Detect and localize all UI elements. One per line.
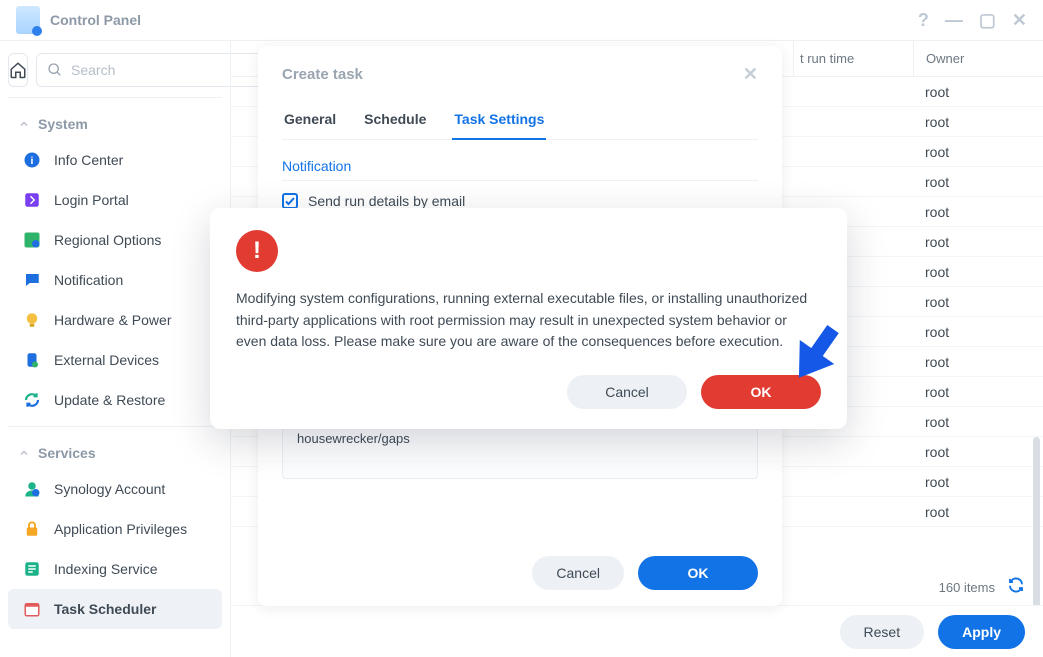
sidebar-item-label: Login Portal [54, 192, 129, 208]
sidebar-item-label: Hardware & Power [54, 312, 172, 328]
control-panel-window: Control Panel ? — ▢ ✕ Syste [0, 0, 1043, 657]
refresh-icon [22, 390, 42, 410]
group-system[interactable]: System [8, 108, 222, 140]
sidebar-item-notification[interactable]: Notification [8, 260, 222, 300]
sidebar-item-indexing[interactable]: Indexing Service [8, 549, 222, 589]
cell-owner: root [913, 84, 1043, 100]
cell-owner: root [913, 234, 1043, 250]
sidebar-item-label: Regional Options [54, 232, 161, 248]
tab-general[interactable]: General [282, 103, 338, 139]
cell-owner: root [913, 174, 1043, 190]
sidebar-item-label: Indexing Service [54, 561, 158, 577]
sidebar-item-label: Info Center [54, 152, 123, 168]
checkbox-icon [282, 193, 298, 209]
sidebar-item-external[interactable]: External Devices [8, 340, 222, 380]
minimize-icon[interactable]: — [945, 10, 963, 31]
titlebar: Control Panel ? — ▢ ✕ [0, 0, 1043, 40]
sidebar-item-label: External Devices [54, 352, 159, 368]
sidebar-item-label: Update & Restore [54, 392, 165, 408]
dialog-title: Create task [282, 66, 363, 83]
sidebar-item-label: Task Scheduler [54, 601, 156, 617]
divider [282, 180, 758, 181]
send-details-checkbox[interactable]: Send run details by email [282, 193, 758, 209]
sidebar-item-hardware[interactable]: Hardware & Power [8, 300, 222, 340]
sidebar: System i Info Center Login Portal Region… [0, 40, 230, 657]
main-footer: Reset Apply [231, 605, 1043, 657]
warning-text: Modifying system configurations, running… [236, 288, 821, 353]
home-button[interactable] [8, 53, 28, 87]
refresh-button[interactable] [1007, 576, 1025, 597]
sidebar-item-regional[interactable]: Regional Options [8, 220, 222, 260]
divider [8, 426, 222, 427]
info-icon: i [22, 150, 42, 170]
section-notification: Notification [282, 158, 758, 174]
cell-owner: root [913, 264, 1043, 280]
bulb-icon [22, 310, 42, 330]
sidebar-item-label: Synology Account [54, 481, 165, 497]
portal-icon [22, 190, 42, 210]
cell-owner: root [913, 204, 1043, 220]
home-icon [9, 61, 27, 79]
cell-owner: root [913, 444, 1043, 460]
calendar-icon [22, 599, 42, 619]
cell-owner: root [913, 324, 1043, 340]
sidebar-item-label: Application Privileges [54, 521, 187, 537]
apply-button[interactable]: Apply [938, 615, 1025, 649]
group-services[interactable]: Services [8, 437, 222, 469]
create-task-ok-button[interactable]: OK [638, 556, 758, 590]
sidebar-item-update[interactable]: Update & Restore [8, 380, 222, 420]
window-controls: ? — ▢ ✕ [918, 10, 1027, 31]
item-count: 160 items [939, 580, 995, 595]
cell-owner: root [913, 504, 1043, 520]
cell-owner: root [913, 144, 1043, 160]
cell-owner: root [913, 354, 1043, 370]
sidebar-item-task-scheduler[interactable]: Task Scheduler [8, 589, 222, 629]
warning-dialog: ! Modifying system configurations, runni… [210, 208, 847, 429]
tab-task-settings[interactable]: Task Settings [452, 103, 546, 139]
cell-owner: root [913, 474, 1043, 490]
close-icon[interactable]: ✕ [1012, 10, 1027, 31]
window-title: Control Panel [50, 12, 141, 28]
warning-cancel-button[interactable]: Cancel [567, 375, 687, 409]
lock-icon [22, 519, 42, 539]
device-icon [22, 350, 42, 370]
cell-owner: root [913, 294, 1043, 310]
column-owner[interactable]: Owner [913, 41, 1043, 76]
svg-text:i: i [31, 155, 34, 167]
divider [8, 97, 222, 98]
sidebar-item-app-privileges[interactable]: Application Privileges [8, 509, 222, 549]
warning-icon: ! [236, 230, 278, 272]
refresh-icon [1007, 576, 1025, 594]
scrollbar-thumb[interactable] [1033, 437, 1040, 605]
chevron-up-icon [18, 447, 30, 459]
search-input[interactable] [69, 61, 254, 79]
globe-icon [22, 230, 42, 250]
group-label: Services [38, 445, 96, 461]
index-icon [22, 559, 42, 579]
sidebar-item-synology-account[interactable]: Synology Account [8, 469, 222, 509]
group-label: System [38, 116, 88, 132]
help-icon[interactable]: ? [918, 10, 929, 31]
reset-button[interactable]: Reset [840, 615, 925, 649]
sidebar-item-label: Notification [54, 272, 123, 288]
create-task-cancel-button[interactable]: Cancel [532, 556, 624, 590]
cell-owner: root [913, 114, 1043, 130]
user-icon [22, 479, 42, 499]
dialog-close-icon[interactable]: ✕ [743, 64, 758, 85]
checkbox-label: Send run details by email [308, 193, 465, 209]
sidebar-item-login-portal[interactable]: Login Portal [8, 180, 222, 220]
search-icon [47, 62, 63, 78]
chevron-up-icon [18, 118, 30, 130]
sidebar-item-info-center[interactable]: i Info Center [8, 140, 222, 180]
cell-owner: root [913, 384, 1043, 400]
maximize-icon[interactable]: ▢ [979, 10, 996, 31]
tab-schedule[interactable]: Schedule [362, 103, 428, 139]
cell-owner: root [913, 414, 1043, 430]
chat-icon [22, 270, 42, 290]
column-run-time[interactable]: t run time [793, 41, 913, 76]
app-icon [16, 6, 40, 34]
